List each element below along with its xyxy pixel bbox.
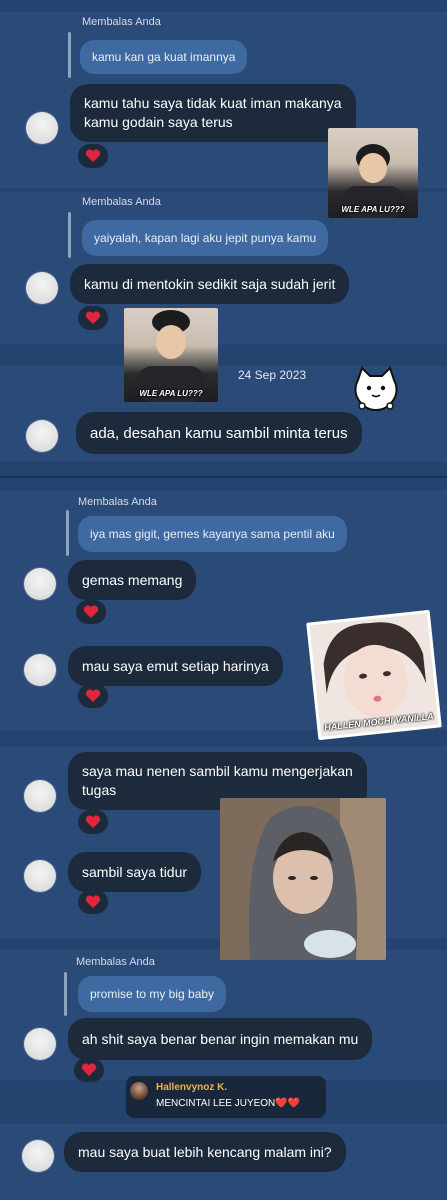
sticker-caption: WLE APA LU??? bbox=[139, 389, 203, 398]
avatar[interactable] bbox=[22, 1140, 54, 1172]
message-bubble[interactable]: mau saya emut setiap harinya bbox=[68, 646, 283, 686]
sticker-caption: WLE APA LU??? bbox=[341, 205, 405, 214]
comment-text: MENCINTAI LEE JUYEON❤️❤️ bbox=[156, 1098, 300, 1109]
avatar[interactable] bbox=[24, 568, 56, 600]
message-text: kamu godain saya terus bbox=[84, 114, 233, 130]
avatar[interactable] bbox=[24, 1028, 56, 1060]
heart-icon bbox=[85, 689, 101, 702]
reaction-badge[interactable] bbox=[78, 144, 108, 168]
heart-icon bbox=[85, 895, 101, 908]
reply-quote-bubble[interactable]: promise to my big baby bbox=[78, 976, 227, 1012]
heart-icon bbox=[85, 311, 101, 324]
reply-quote-bar bbox=[66, 510, 69, 556]
message-bubble[interactable]: gemas memang bbox=[68, 560, 197, 600]
message-text: saya mau nenen sambil kamu mengerjakan bbox=[82, 763, 353, 779]
sticker-wle-apa-lu[interactable]: WLE APA LU??? bbox=[124, 308, 218, 402]
reaction-badge[interactable] bbox=[76, 600, 106, 624]
avatar[interactable] bbox=[26, 112, 58, 144]
reply-quote-bubble[interactable]: yaiyalah, kapan lagi aku jepit punya kam… bbox=[82, 220, 329, 256]
comment-emoji: ❤️❤️ bbox=[275, 1098, 301, 1109]
divider bbox=[0, 476, 447, 478]
reaction-badge[interactable] bbox=[78, 684, 108, 708]
comment-message: MENCINTAI LEE JUYEON bbox=[156, 1098, 276, 1109]
avatar[interactable] bbox=[24, 654, 56, 686]
man-in-cap-image bbox=[138, 310, 204, 402]
heart-icon bbox=[81, 1063, 97, 1076]
reply-label: Membalas Anda bbox=[82, 196, 161, 208]
message-panel bbox=[0, 950, 447, 1080]
reaction-badge[interactable] bbox=[78, 306, 108, 330]
reply-quote-bubble[interactable]: iya mas gigit, gemes kayanya sama pentil… bbox=[78, 516, 347, 552]
cat-sticker[interactable] bbox=[350, 366, 402, 414]
commenter-avatar[interactable] bbox=[130, 1082, 148, 1100]
commenter-name[interactable]: Hallenvynoz K. bbox=[156, 1082, 227, 1093]
message-bubble[interactable]: kamu tahu saya tidak kuat iman makanya k… bbox=[70, 84, 356, 142]
heart-icon bbox=[83, 605, 99, 618]
avatar[interactable] bbox=[26, 272, 58, 304]
heart-icon bbox=[85, 149, 101, 162]
message-bubble[interactable]: ah shit saya benar benar ingin memakan m… bbox=[68, 1018, 373, 1060]
message-bubble[interactable]: ada, desahan kamu sambil minta terus bbox=[76, 412, 362, 454]
reply-label: Membalas Anda bbox=[78, 496, 157, 508]
person-in-hoodie-image bbox=[220, 798, 386, 960]
message-text: tugas bbox=[82, 782, 117, 798]
avatar[interactable] bbox=[26, 420, 58, 452]
heart-icon bbox=[85, 815, 101, 828]
comment-popup[interactable]: Hallenvynoz K. MENCINTAI LEE JUYEON❤️❤️ bbox=[126, 1076, 326, 1118]
avatar[interactable] bbox=[24, 780, 56, 812]
reaction-badge[interactable] bbox=[74, 1058, 104, 1082]
reply-quote-bar bbox=[64, 972, 67, 1016]
hoodie-photo[interactable] bbox=[220, 798, 386, 960]
message-text: kamu tahu saya tidak kuat iman makanya bbox=[84, 95, 342, 111]
reply-quote-bar bbox=[68, 32, 71, 78]
reply-quote-bar bbox=[68, 212, 71, 258]
reply-label: Membalas Anda bbox=[76, 956, 155, 968]
sticker-wle-apa-lu[interactable]: WLE APA LU??? bbox=[328, 128, 418, 218]
message-bubble[interactable]: sambil saya tidur bbox=[68, 852, 202, 892]
date-separator: 24 Sep 2023 bbox=[238, 368, 307, 382]
sticker-hallen-mochi-vanilla[interactable]: HALLEN MOCHI VANILLA bbox=[306, 609, 442, 741]
reaction-badge[interactable] bbox=[78, 810, 108, 834]
reaction-badge[interactable] bbox=[78, 890, 108, 914]
message-bubble[interactable]: kamu di mentokin sedikit saja sudah jeri… bbox=[70, 264, 350, 304]
reply-quote-bubble[interactable]: kamu kan ga kuat imannya bbox=[80, 40, 248, 74]
avatar[interactable] bbox=[24, 860, 56, 892]
reply-label: Membalas Anda bbox=[82, 16, 161, 28]
message-bubble[interactable]: mau saya buat lebih kencang malam ini? bbox=[64, 1132, 346, 1172]
